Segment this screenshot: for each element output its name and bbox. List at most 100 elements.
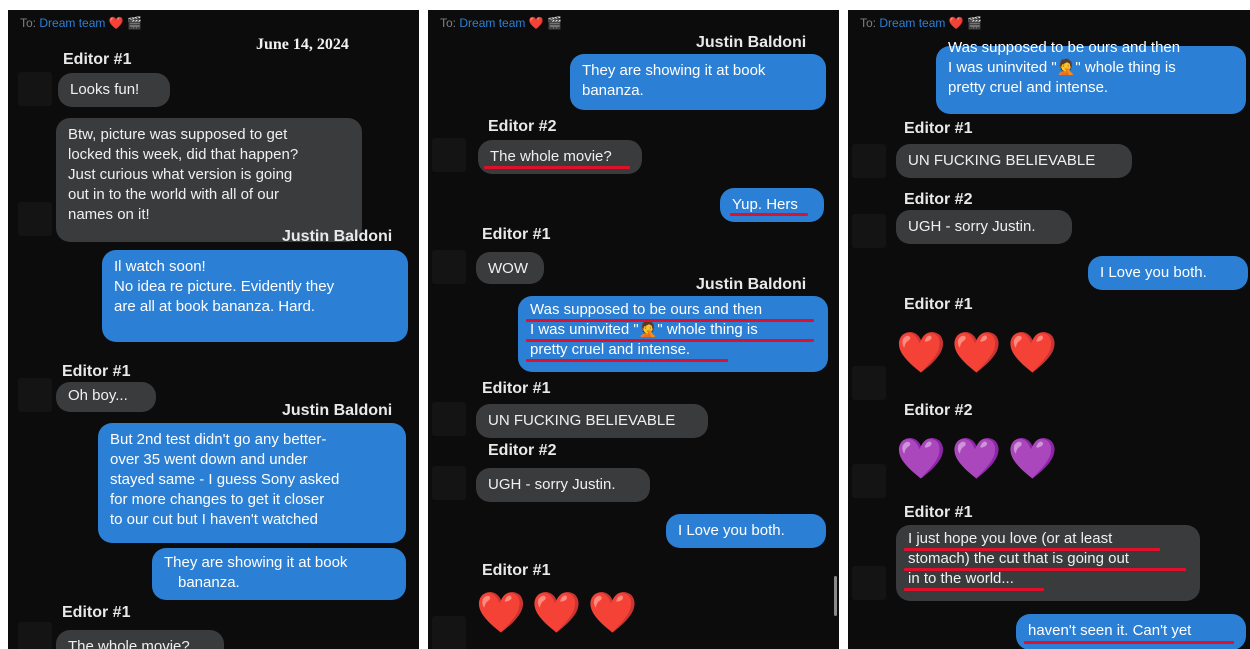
message-line: for more changes to get it closer (110, 491, 325, 508)
message-line: out in to the world with all of our (68, 186, 279, 203)
avatar (432, 466, 466, 500)
to-label: To: (440, 16, 457, 30)
conversation-panel-2[interactable]: To: Dream team ❤️ 🎬 Justin Baldoni They … (428, 10, 839, 649)
sender-name: Editor #1 (482, 380, 551, 397)
message-line: I was uninvited "🤦" whole thing is (530, 321, 758, 338)
message-line: pretty cruel and intense. (530, 341, 691, 358)
message-text: haven't seen it. Can't yet (1028, 622, 1192, 639)
red-heart-icon: ❤️ (531, 591, 582, 635)
avatar (852, 464, 886, 498)
avatar (18, 378, 52, 412)
purple-heart-icon: 💜 (1007, 437, 1058, 481)
purple-heart-icon: 💜 (896, 437, 946, 481)
camera-icon: 🎬 (547, 16, 562, 30)
camera-icon: 🎬 (967, 16, 982, 30)
sender-name: Justin Baldoni (696, 34, 807, 51)
message-text: Yup. Hers (732, 196, 798, 213)
message-text: I Love you both. (678, 522, 785, 539)
message-line: Just curious what version is going (68, 166, 293, 183)
message-line: locked this week, did that happen? (68, 146, 299, 163)
message-text: UN FUCKING BELIEVABLE (908, 152, 1096, 169)
message-line: stayed same - I guess Sony asked (110, 471, 340, 488)
sender-name: Editor #1 (904, 296, 973, 313)
message-line: Was supposed to be ours and then (530, 301, 763, 318)
recipient-header: To: Dream team ❤️ 🎬 (860, 16, 982, 30)
message-bubble: Oh boy... (56, 382, 156, 412)
message-bubble: They are showing it at book bananza. (152, 548, 406, 600)
sender-name: Editor #2 (488, 118, 557, 135)
message-line: bananza. (178, 574, 240, 591)
date-label: June 14, 2024 (256, 36, 349, 53)
sender-name: Editor #1 (482, 226, 551, 243)
avatar (432, 616, 466, 649)
red-underline (1024, 641, 1234, 644)
heart-icon: ❤️ (108, 16, 124, 30)
message-text: WOW (488, 260, 528, 277)
recipient-name[interactable]: Dream team (879, 16, 945, 30)
message-text: The whole movie? (68, 638, 190, 649)
avatar (18, 622, 52, 649)
conversation-panel-1[interactable]: To: Dream team ❤️ 🎬 June 14, 2024 Editor… (8, 10, 419, 649)
message-text: The whole movie? (490, 148, 612, 165)
scrollbar[interactable] (834, 576, 837, 616)
message-bubble: WOW (476, 252, 544, 284)
message-bubble: UN FUCKING BELIEVABLE (476, 404, 708, 438)
message-line: are all at book bananza. Hard. (114, 298, 315, 315)
sender-name: Editor #1 (482, 562, 551, 579)
sender-name: Editor #2 (904, 402, 973, 419)
message-line: Btw, picture was supposed to get (68, 126, 288, 143)
sender-name: Editor #1 (63, 51, 132, 68)
purple-heart-icon: 💜 (951, 437, 1002, 481)
message-bubble: Btw, picture was supposed to get locked … (56, 118, 362, 242)
sender-name: Justin Baldoni (282, 402, 393, 419)
sender-name: Editor #1 (904, 120, 973, 137)
message-bubble: Yup. Hers (720, 188, 824, 222)
sender-name: Editor #1 (62, 363, 131, 380)
message-line: They are showing it at book (582, 62, 766, 79)
message-line: to our cut but I haven't watched (110, 511, 318, 528)
heart-reaction-row: ❤️ ❤️ ❤️ (896, 328, 1063, 378)
red-underline (484, 166, 630, 169)
red-underline (904, 588, 1044, 591)
red-heart-icon: ❤️ (1007, 331, 1058, 375)
message-line: Was supposed to be ours and then (948, 39, 1181, 56)
heart-reaction-row: ❤️ ❤️ ❤️ (476, 588, 643, 638)
message-text: I Love you both. (1100, 264, 1207, 281)
avatar (432, 250, 466, 284)
message-text: UGH - sorry Justin. (488, 476, 616, 493)
message-bubble: Looks fun! (58, 73, 170, 107)
message-bubble: I Love you both. (1088, 256, 1248, 290)
red-underline (526, 319, 814, 322)
avatar (852, 366, 886, 400)
heart-reaction-row: 💜 💜 💜 (896, 434, 1063, 484)
message-line: in to the world... (908, 570, 1014, 587)
message-line: But 2nd test didn't go any better- (110, 431, 327, 448)
message-bubble: UN FUCKING BELIEVABLE (896, 144, 1132, 178)
avatar (432, 402, 466, 436)
message-line: Il watch soon! (114, 258, 206, 275)
avatar (18, 202, 52, 236)
red-heart-icon: ❤️ (951, 331, 1002, 375)
red-heart-icon: ❤️ (896, 331, 946, 375)
sender-name: Editor #2 (904, 191, 973, 208)
message-line: I was uninvited "🤦" whole thing is (948, 59, 1176, 76)
message-line: stomach) the cut that is going out (908, 550, 1129, 567)
red-underline (904, 568, 1186, 571)
to-label: To: (860, 16, 877, 30)
recipient-header: To: Dream team ❤️ 🎬 (20, 16, 142, 30)
sender-name: Justin Baldoni (696, 276, 807, 293)
recipient-name[interactable]: Dream team (459, 16, 525, 30)
message-bubble: They are showing it at book bananza. (570, 54, 826, 110)
conversation-panel-3[interactable]: To: Dream team ❤️ 🎬 Was supposed to be o… (848, 10, 1250, 649)
message-line: They are showing it at book (164, 554, 348, 571)
sender-name: Editor #1 (904, 504, 973, 521)
message-bubble: But 2nd test didn't go any better- over … (98, 423, 406, 543)
avatar (852, 566, 886, 600)
camera-icon: 🎬 (127, 16, 142, 30)
sender-name: Editor #1 (62, 604, 131, 621)
message-line: No idea re picture. Evidently they (114, 278, 335, 295)
message-text: UN FUCKING BELIEVABLE (488, 412, 676, 429)
sender-name: Editor #2 (488, 442, 557, 459)
red-underline (526, 359, 728, 362)
recipient-name[interactable]: Dream team (39, 16, 105, 30)
